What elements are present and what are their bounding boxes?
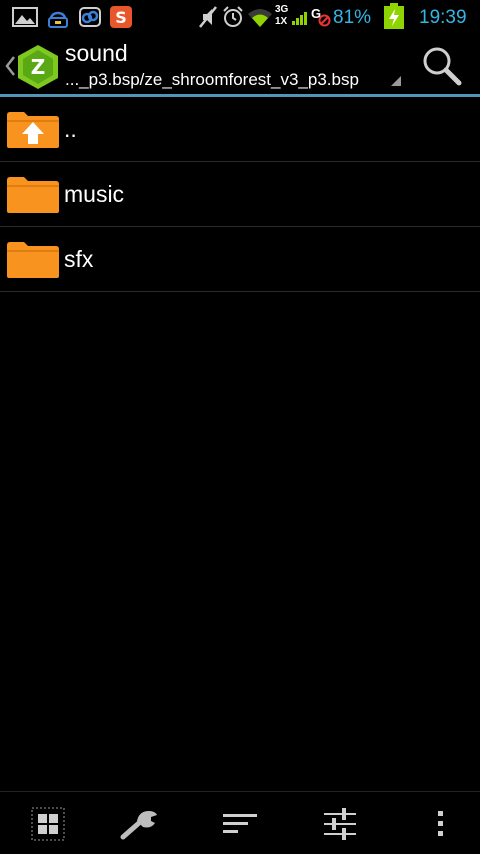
grid-view-icon bbox=[31, 807, 65, 840]
sort-icon bbox=[223, 813, 257, 833]
link-icon bbox=[79, 7, 101, 27]
search-icon[interactable] bbox=[420, 44, 464, 88]
more-vert-icon bbox=[438, 810, 443, 836]
file-name: .. bbox=[64, 116, 77, 142]
list-item[interactable]: .. bbox=[0, 97, 480, 162]
wrench-icon bbox=[120, 810, 157, 839]
file-name: sfx bbox=[64, 246, 94, 272]
filter-settings-icon bbox=[324, 807, 356, 840]
sogou-input-icon: S bbox=[110, 6, 132, 28]
alarm-icon bbox=[223, 6, 243, 27]
more-options-button[interactable] bbox=[392, 792, 480, 854]
folder-icon bbox=[7, 242, 59, 278]
app-logo-letter: Z bbox=[31, 55, 46, 79]
bottom-toolbar bbox=[0, 791, 480, 854]
file-list: .. music sfx bbox=[0, 97, 480, 292]
folder-icon bbox=[7, 177, 59, 213]
file-name: music bbox=[64, 181, 125, 207]
mute-icon bbox=[199, 6, 217, 28]
filter-settings-button[interactable] bbox=[292, 792, 388, 854]
svg-text:S: S bbox=[115, 8, 127, 27]
back-chevron-icon[interactable] bbox=[4, 54, 16, 78]
app-notification-icon bbox=[48, 11, 68, 28]
status-bar: S 3G 1X G 81% 19:39 bbox=[0, 0, 480, 34]
app-logo[interactable]: Z bbox=[17, 44, 59, 90]
battery-percent: 81% bbox=[333, 7, 372, 28]
path-dropdown-icon bbox=[391, 76, 401, 86]
list-item[interactable]: sfx bbox=[0, 227, 480, 292]
grid-view-button[interactable] bbox=[0, 792, 96, 854]
folder-title: sound bbox=[65, 40, 128, 66]
path-subtitle[interactable]: ..._p3.bsp/ze_shroomforest_v3_p3.bsp bbox=[65, 70, 397, 90]
gallery-icon bbox=[12, 7, 38, 27]
wifi-icon bbox=[248, 9, 272, 27]
list-item[interactable]: music bbox=[0, 162, 480, 227]
clock: 19:39 bbox=[419, 7, 467, 28]
signal-3g-1x-icon: 3G 1X bbox=[275, 4, 311, 29]
tools-button[interactable] bbox=[91, 792, 187, 854]
gps-blocked-icon: G bbox=[310, 5, 332, 29]
folder-up-icon bbox=[7, 112, 59, 148]
battery-charging-icon bbox=[384, 3, 404, 29]
sort-button[interactable] bbox=[192, 792, 288, 854]
